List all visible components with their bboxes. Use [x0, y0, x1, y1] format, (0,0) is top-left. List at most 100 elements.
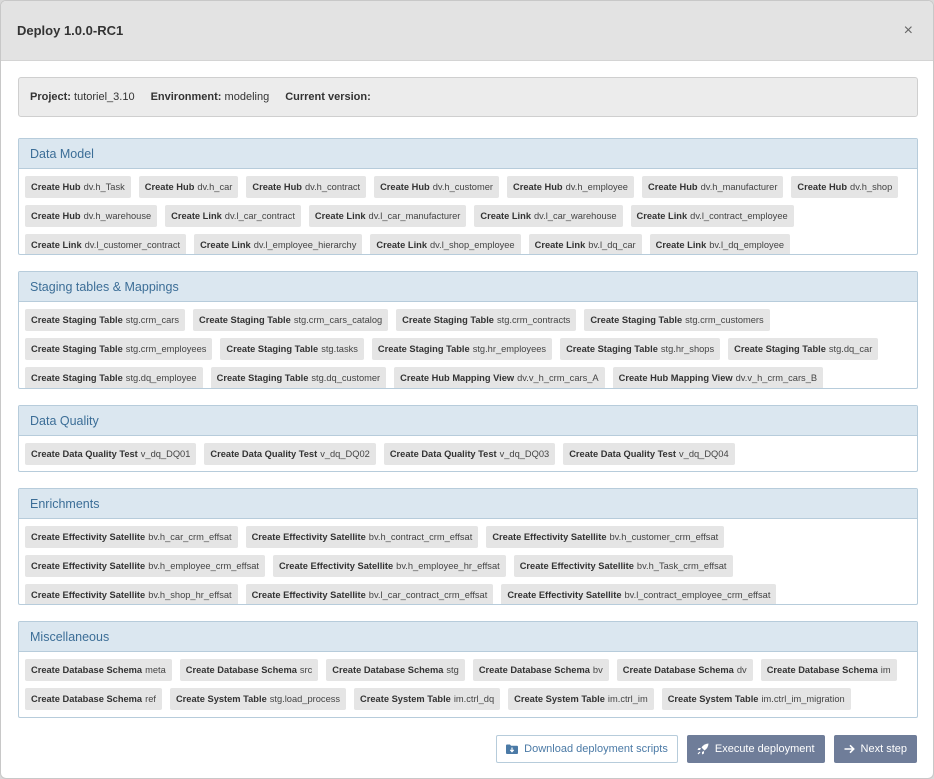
deployment-item[interactable]: Create Database Schema stg — [326, 659, 465, 681]
execute-label: Execute deployment — [714, 743, 815, 755]
environment-info: Environment: modeling — [151, 91, 270, 103]
item-action: Create Database Schema — [332, 665, 444, 675]
item-action: Create Data Quality Test — [210, 449, 318, 459]
item-target: bv.l_car_contract_crm_effsat — [368, 590, 488, 600]
item-action: Create Staging Table — [590, 315, 683, 325]
deployment-item[interactable]: Create System Table im.ctrl_im — [508, 688, 654, 710]
deployment-item[interactable]: Create Link dv.l_employee_hierarchy — [194, 234, 363, 254]
item-target: dv.v_h_crm_cars_A — [517, 373, 599, 383]
section-data-quality: Data Quality Create Data Quality Test v_d… — [18, 405, 918, 472]
deployment-item[interactable]: Create Link dv.l_customer_contract — [25, 234, 187, 254]
deployment-item[interactable]: Create Effectivity Satellite bv.h_employe… — [25, 555, 265, 577]
item-target: dv.l_car_contract — [224, 211, 295, 221]
deployment-item[interactable]: Create Hub Mapping View dv.v_h_crm_cars_A — [394, 367, 605, 388]
close-icon[interactable]: × — [900, 21, 917, 41]
section-title: Miscellaneous — [19, 622, 917, 652]
deployment-item[interactable]: Create Effectivity Satellite bv.h_car_crm… — [25, 526, 238, 548]
deployment-item[interactable]: Create Data Quality Test v_dq_DQ04 — [563, 443, 735, 465]
deployment-item[interactable]: Create Staging Table stg.tasks — [220, 338, 364, 360]
deployment-item[interactable]: Create Link bv.l_dq_car — [528, 234, 642, 254]
item-action: Create Staging Table — [31, 315, 123, 325]
deployment-item[interactable]: Create Database Schema meta — [25, 659, 172, 681]
execute-deployment-button[interactable]: Execute deployment — [686, 735, 825, 763]
deployment-item[interactable]: Create Effectivity Satellite bv.h_shop_hr… — [25, 584, 238, 604]
deployment-item[interactable]: Create Staging Table stg.crm_employees — [25, 338, 213, 360]
deployment-item[interactable]: Create Effectivity Satellite bv.l_contrac… — [501, 584, 777, 604]
deployment-item[interactable]: Create System Table stg.load_process — [169, 688, 347, 710]
deployment-item[interactable]: Create Link dv.l_car_warehouse — [474, 205, 623, 227]
item-action: Create Effectivity Satellite — [31, 590, 146, 600]
item-action: Create Effectivity Satellite — [507, 590, 622, 600]
download-label: Download deployment scripts — [524, 743, 668, 755]
item-action: Create Staging Table — [31, 344, 123, 354]
deployment-item[interactable]: Create Staging Table stg.dq_car — [728, 338, 879, 360]
deployment-item[interactable]: Create System Table im.ctrl_im_migration — [661, 688, 851, 710]
item-action: Create Link — [480, 211, 531, 221]
item-action: Create Hub Mapping View — [400, 373, 515, 383]
deployment-item[interactable]: Create Hub dv.h_warehouse — [25, 205, 158, 227]
item-target: v_dq_DQ03 — [499, 449, 550, 459]
deployment-item[interactable]: Create Staging Table stg.crm_cars — [25, 309, 186, 331]
deployment-item[interactable]: Create Hub dv.h_employee — [507, 176, 634, 198]
deployment-item[interactable]: Create Hub dv.h_contract — [246, 176, 367, 198]
item-action: Create Staging Table — [199, 315, 291, 325]
deployment-info: Project: tutoriel_3.10 Environment: mode… — [18, 77, 918, 117]
next-step-button[interactable]: Next step — [833, 735, 917, 763]
deployment-item[interactable]: Create Hub Mapping View dv.v_h_crm_cars_B — [612, 367, 824, 388]
deployment-item[interactable]: Create Staging Table stg.dq_employee — [25, 367, 203, 388]
item-action: Create Staging Table — [226, 344, 319, 354]
deployment-item[interactable]: Create Link dv.l_car_manufacturer — [308, 205, 467, 227]
deployment-item[interactable]: Create Data Quality Test v_dq_DQ03 — [383, 443, 556, 465]
deployment-item[interactable]: Create Link dv.l_contract_employee — [630, 205, 794, 227]
deployment-item[interactable]: Create Staging Table stg.dq_customer — [210, 367, 387, 388]
deployment-item[interactable]: Create Hub dv.h_customer — [374, 176, 499, 198]
download-scripts-button[interactable]: Download deployment scripts — [496, 735, 678, 763]
deployment-item[interactable]: Create System Table im.ctrl_dq — [354, 688, 501, 710]
project-label: Project: — [30, 91, 71, 103]
deployment-item[interactable]: Create Database Schema im — [760, 659, 897, 681]
item-target: dv.h_car — [197, 182, 233, 192]
item-target: im.ctrl_im — [607, 694, 648, 704]
item-target: stg.dq_customer — [311, 373, 381, 383]
deployment-item[interactable]: Create Effectivity Satellite bv.h_contrac… — [245, 526, 479, 548]
item-action: Create Link — [31, 240, 82, 250]
item-target: stg.dq_car — [828, 344, 873, 354]
item-action: Create Link — [636, 211, 688, 221]
deployment-item[interactable]: Create Database Schema ref — [25, 688, 162, 710]
item-target: ref — [145, 694, 156, 704]
deployment-item[interactable]: Create Effectivity Satellite bv.h_employe… — [272, 555, 506, 577]
deployment-item[interactable]: Create Effectivity Satellite bv.h_custome… — [486, 526, 725, 548]
deployment-item[interactable]: Create Staging Table stg.hr_employees — [371, 338, 553, 360]
item-target: src — [299, 665, 313, 675]
deployment-item[interactable]: Create Database Schema dv — [616, 659, 753, 681]
deployment-item[interactable]: Create Staging Table stg.crm_contracts — [396, 309, 577, 331]
deployment-item[interactable]: Create Data Quality Test v_dq_DQ02 — [204, 443, 376, 465]
item-target: stg.hr_employees — [472, 344, 547, 354]
deployment-item[interactable]: Create Database Schema bv — [472, 659, 609, 681]
item-action: Create Staging Table — [734, 344, 826, 354]
item-target: bv.h_customer_crm_effsat — [609, 532, 719, 542]
version-info: Current version: — [285, 91, 371, 103]
deployment-item[interactable]: Create Link bv.l_dq_employee — [649, 234, 791, 254]
deployment-item[interactable]: Create Effectivity Satellite bv.h_Task_cr… — [513, 555, 733, 577]
environment-value: modeling — [224, 91, 270, 103]
deployment-item[interactable]: Create Hub dv.h_manufacturer — [641, 176, 784, 198]
deployment-item[interactable]: Create Staging Table stg.hr_shops — [560, 338, 721, 360]
deployment-item[interactable]: Create Staging Table stg.crm_cars_catalog — [193, 309, 389, 331]
item-target: dv.l_customer_contract — [84, 240, 181, 250]
deployment-item[interactable]: Create Staging Table stg.crm_customers — [584, 309, 770, 331]
item-target: meta — [145, 665, 166, 675]
deployment-item[interactable]: Create Hub dv.h_Task — [25, 176, 131, 198]
item-target: bv.l_dq_employee — [709, 240, 785, 250]
item-target: bv — [592, 665, 603, 675]
item-action: Create Link — [314, 211, 366, 221]
deployment-item[interactable]: Create Hub dv.h_car — [138, 176, 239, 198]
deployment-item[interactable]: Create Hub dv.h_shop — [791, 176, 899, 198]
deployment-item[interactable]: Create Database Schema src — [179, 659, 319, 681]
arrow-right-icon — [844, 744, 855, 754]
deployment-item[interactable]: Create Link dv.l_car_contract — [165, 205, 301, 227]
item-action: Create Hub Mapping View — [618, 373, 733, 383]
deployment-item[interactable]: Create Effectivity Satellite bv.l_car_con… — [245, 584, 494, 604]
deployment-item[interactable]: Create Link dv.l_shop_employee — [370, 234, 521, 254]
deployment-item[interactable]: Create Data Quality Test v_dq_DQ01 — [25, 443, 197, 465]
